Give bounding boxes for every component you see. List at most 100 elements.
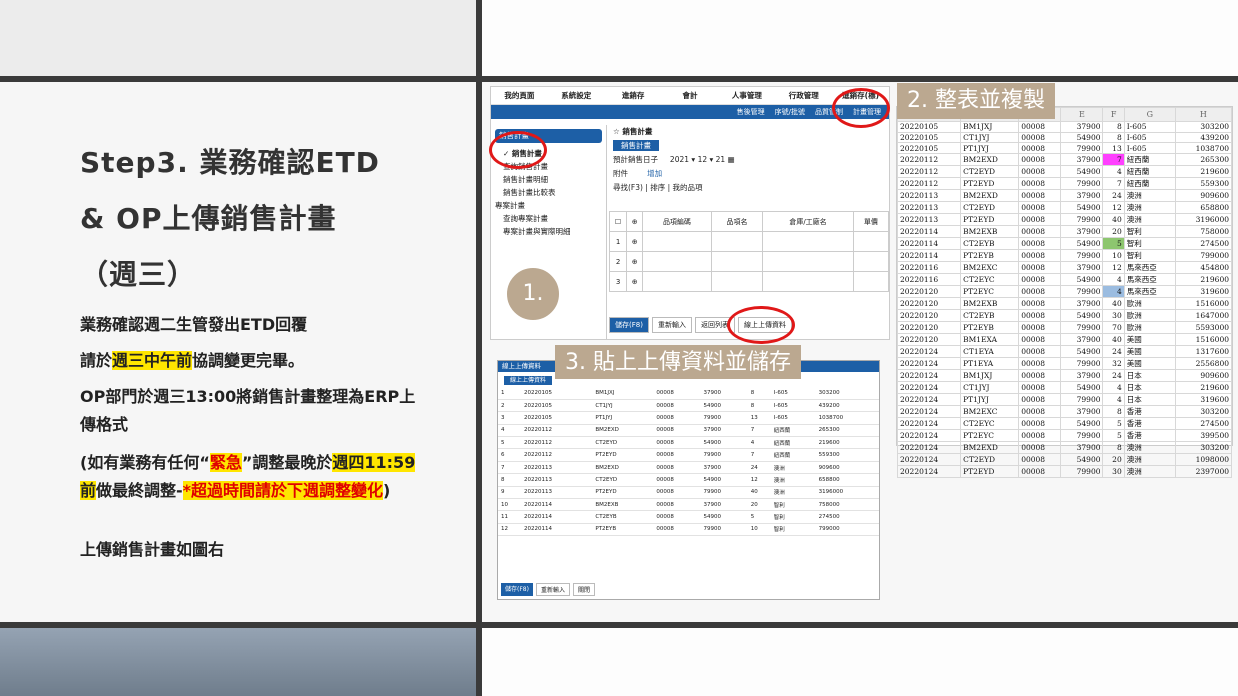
cell[interactable]: 00008 [1018, 142, 1062, 155]
sidebar-item-project[interactable]: 專案計畫 [491, 199, 606, 212]
cell[interactable]: 20220112 [896, 177, 962, 191]
cell[interactable]: 40 [1102, 213, 1125, 227]
sidebar-item-compare[interactable]: 銷售計畫比較表 [491, 186, 606, 199]
cell[interactable]: 54900 [1060, 273, 1104, 287]
cell[interactable]: 00008 [1018, 285, 1062, 299]
star-icon[interactable]: ☆ [613, 127, 620, 136]
cell[interactable]: 20220105 [896, 142, 962, 155]
cell[interactable]: 24 [1102, 345, 1125, 359]
cell[interactable]: 澳洲 [1123, 189, 1176, 203]
cell[interactable]: 79900 [1060, 142, 1104, 155]
cell[interactable]: 909600 [1174, 189, 1233, 203]
cell[interactable]: I-605 [1123, 142, 1176, 155]
cell[interactable]: 00008 [1018, 369, 1062, 383]
cell[interactable]: 00008 [1018, 249, 1062, 263]
cell[interactable]: 37900 [1060, 369, 1104, 383]
cell[interactable]: 智利 [1123, 249, 1176, 263]
cell[interactable]: 79900 [1060, 321, 1104, 335]
cell[interactable]: 馬來西亞 [1123, 273, 1176, 287]
cell[interactable]: 香港 [1123, 429, 1176, 443]
cell[interactable]: 37900 [1060, 441, 1104, 455]
cell[interactable]: 20220120 [896, 321, 962, 335]
cell[interactable]: 美國 [1123, 333, 1176, 347]
cell[interactable]: PT2EYC [960, 285, 1020, 299]
cell[interactable]: 79900 [1060, 393, 1104, 407]
save-button[interactable]: 儲存(F8) [609, 317, 649, 333]
cell[interactable]: 20220124 [896, 369, 962, 383]
cell[interactable]: 1317600 [1174, 345, 1233, 359]
sidebar-item-detail[interactable]: 銷售計畫明細 [491, 173, 606, 186]
cell[interactable]: 20220124 [896, 417, 962, 431]
cell[interactable]: 00008 [1018, 393, 1062, 407]
cell[interactable]: 79900 [1060, 213, 1104, 227]
cell[interactable]: CT1EYA [960, 345, 1020, 359]
cell[interactable]: 5593000 [1174, 321, 1233, 335]
cell[interactable]: 20220113 [896, 189, 962, 203]
cell[interactable]: 30 [1102, 309, 1125, 323]
cell[interactable]: 澳洲 [1123, 441, 1176, 455]
cell[interactable]: 美國 [1123, 357, 1176, 371]
cell[interactable]: 馬來西亞 [1123, 261, 1176, 275]
menu-item[interactable]: 行政管理 [775, 90, 832, 101]
cell[interactable]: CT2EYD [960, 453, 1020, 467]
cell[interactable]: 20220124 [896, 465, 962, 479]
cell[interactable]: 00008 [1018, 309, 1062, 323]
cell[interactable]: 79900 [1060, 465, 1104, 479]
cell[interactable]: 00008 [1018, 225, 1062, 239]
cell[interactable] [710, 271, 764, 292]
cell[interactable]: 303200 [1174, 441, 1233, 455]
cell[interactable]: 00008 [1018, 189, 1062, 203]
cell[interactable]: 00008 [1018, 453, 1062, 467]
cell[interactable]: 00008 [1018, 261, 1062, 275]
cell[interactable]: CT1JYJ [960, 381, 1020, 395]
cell[interactable]: 澳洲 [1123, 453, 1176, 467]
cell[interactable]: 00008 [1018, 333, 1062, 347]
sub-menu-item[interactable]: 序號/批號 [775, 107, 805, 117]
cell[interactable]: 7 [1102, 153, 1125, 167]
cell[interactable]: 00008 [1018, 165, 1062, 179]
cell[interactable]: 37900 [1060, 297, 1104, 311]
tab-sales-plan[interactable]: 銷售計畫 [609, 139, 889, 153]
cell[interactable]: 20220112 [896, 153, 962, 167]
cell[interactable] [852, 251, 890, 272]
cell[interactable]: 219600 [1174, 165, 1233, 179]
sidebar-item-project-detail[interactable]: 專案計畫與實際明細 [491, 225, 606, 238]
cell[interactable] [762, 271, 854, 292]
cell[interactable]: 20220124 [896, 441, 962, 455]
cell[interactable]: 20220124 [896, 393, 962, 407]
cell[interactable]: CT2EYB [960, 237, 1020, 251]
cell[interactable]: 37900 [1060, 225, 1104, 239]
cell[interactable]: 日本 [1123, 369, 1176, 383]
cell[interactable]: 219600 [1174, 381, 1233, 395]
cell[interactable]: 54900 [1060, 201, 1104, 215]
cell[interactable]: 265300 [1174, 153, 1233, 167]
sort-button[interactable]: 排序 [650, 183, 665, 192]
cell[interactable]: 00008 [1018, 273, 1062, 287]
cell[interactable]: PT2EYB [960, 249, 1020, 263]
cell[interactable]: 00008 [1018, 405, 1062, 419]
cell[interactable] [852, 271, 890, 292]
checkbox[interactable]: ☐ [608, 211, 628, 232]
cell[interactable]: 20220120 [896, 297, 962, 311]
cell[interactable]: 303200 [1174, 405, 1233, 419]
cell[interactable]: 00008 [1018, 213, 1062, 227]
cell[interactable]: 20220105 [896, 131, 962, 144]
cell[interactable]: 紐西蘭 [1123, 177, 1176, 191]
cell[interactable]: 00008 [1018, 237, 1062, 251]
cell[interactable]: 79900 [1060, 177, 1104, 191]
cell[interactable]: 日本 [1123, 393, 1176, 407]
cell[interactable]: 20220124 [896, 345, 962, 359]
cell[interactable]: 8 [1102, 441, 1125, 455]
cell[interactable]: BM2EXC [960, 261, 1020, 275]
cell[interactable]: 79900 [1060, 285, 1104, 299]
cell[interactable]: 澳洲 [1123, 213, 1176, 227]
cell[interactable]: 274500 [1174, 237, 1233, 251]
reset-button[interactable]: 重新輸入 [651, 317, 692, 333]
cell[interactable]: 20220116 [896, 273, 962, 287]
cell[interactable]: 澳洲 [1123, 465, 1176, 479]
cell[interactable]: 香港 [1123, 405, 1176, 419]
cell[interactable]: PT2EYD [960, 177, 1020, 191]
menu-item[interactable]: 會計 [662, 90, 719, 101]
cell[interactable]: 37900 [1060, 261, 1104, 275]
cell[interactable]: PT1JYJ [960, 142, 1020, 155]
